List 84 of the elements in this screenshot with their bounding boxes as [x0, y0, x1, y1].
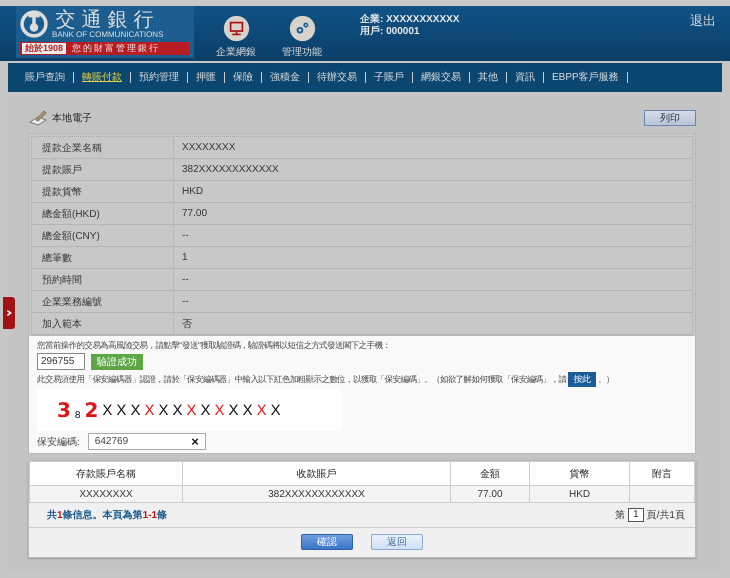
- user-id: 用戶: 000001: [360, 26, 420, 38]
- logout-link[interactable]: 退出: [690, 12, 716, 30]
- field-value: --: [181, 230, 189, 241]
- code-char: 3: [57, 398, 71, 422]
- table-cell: XXXXXXXX: [30, 486, 182, 502]
- field-label: 總筆數: [32, 247, 174, 268]
- code-char: X: [214, 402, 225, 418]
- nav-tab[interactable]: 網銀交易: [413, 72, 470, 83]
- field-label: 預約時間: [32, 269, 174, 290]
- page-title: 本地電子: [52, 112, 92, 125]
- nav-tab[interactable]: 資訊: [507, 72, 544, 83]
- chevron-right-icon: [5, 309, 13, 317]
- token-notice: 此交易須使用「保安編碼器」認證，請於「保安編碼器」中輸入以下紅色加粗顯示之數位，以獲取「保安編碼」。（如欲了解如何獲取「保安編碼」，請: [37, 374, 566, 385]
- field-label: 提款賬戶: [32, 159, 174, 180]
- field-value: --: [181, 296, 189, 307]
- code-char: X: [228, 402, 239, 418]
- code-label: 保安編碼:: [37, 436, 80, 448]
- code-char: X: [158, 402, 168, 418]
- nav-tab[interactable]: 賬戶查詢: [25, 72, 74, 83]
- since-badge: 始於1908: [22, 43, 66, 54]
- code-char: X: [200, 402, 211, 418]
- field-value: 1: [181, 252, 188, 263]
- nav-tab[interactable]: 待辦交易: [309, 72, 366, 83]
- side-expand-tab[interactable]: [3, 297, 15, 329]
- bank-english-name: BANK OF COMMUNICATIONS: [52, 30, 164, 39]
- help-link[interactable]: 按此: [568, 372, 596, 387]
- nav-tab[interactable]: 預約管理: [131, 72, 188, 83]
- nav-tab[interactable]: 其他: [470, 72, 507, 83]
- field-label: 總金額(CNY): [32, 225, 174, 246]
- security-code-field[interactable]: 642769 ×: [88, 433, 206, 450]
- field-value: --: [181, 274, 189, 285]
- bank-logo-icon: [20, 10, 48, 38]
- code-char: 2: [84, 398, 98, 422]
- field-label: 總金額(HKD): [32, 203, 174, 224]
- table-cell: 382XXXXXXXXXXXX: [182, 486, 450, 502]
- column-header: 存款賬戶名稱: [30, 462, 182, 486]
- page-number-field[interactable]: 1: [628, 508, 644, 522]
- field-value: 77.00: [181, 208, 208, 219]
- company-name: 企業: XXXXXXXXXXX: [360, 14, 460, 26]
- code-char: X: [172, 402, 182, 418]
- nav-tab[interactable]: 押匯: [188, 72, 225, 83]
- code-char: X: [186, 402, 197, 418]
- field-label: 提款貨幣: [32, 181, 174, 202]
- pen-icon: [28, 110, 48, 126]
- column-header: 收款賬戶: [182, 462, 450, 486]
- sms-code-field[interactable]: 296755: [37, 353, 85, 370]
- code-char: X: [144, 402, 154, 418]
- confirm-button[interactable]: 確認: [301, 534, 353, 550]
- sms-notice: 您當前操作的交易為高風險交易，請點擊"發送"獲取驗證碼，驗證碼將以短信之方式發送閣下之手機：: [37, 340, 392, 351]
- verify-success-badge: 驗證成功: [91, 354, 143, 370]
- record-summary: 共1條信息。本頁為第1-1條: [47, 508, 168, 522]
- clear-icon[interactable]: ×: [191, 434, 199, 449]
- nav-tab[interactable]: 轉賬付款: [74, 72, 131, 83]
- code-char: X: [130, 402, 140, 418]
- code-char: X: [256, 402, 267, 418]
- code-char: X: [242, 402, 253, 418]
- pager-total: 頁/共1頁: [646, 508, 685, 522]
- nav-tab[interactable]: 保險: [225, 72, 262, 83]
- field-label: 加入範本: [32, 313, 174, 334]
- app-label[interactable]: 企業網銀: [216, 45, 256, 59]
- field-value: 382XXXXXXXXXXXX: [181, 164, 279, 175]
- bank-slogan: 您的財富管理銀行: [72, 42, 160, 55]
- token-notice-end: 。）: [598, 374, 614, 385]
- print-button[interactable]: 列印: [644, 110, 696, 126]
- table-cell: 77.00: [450, 486, 530, 502]
- column-header: 貨幣: [530, 462, 630, 486]
- table-cell: HKD: [530, 486, 630, 502]
- field-label: 提款企業名稱: [32, 137, 174, 158]
- code-char: X: [116, 402, 126, 418]
- pager-prefix: 第: [615, 509, 626, 522]
- bank-name: 交通銀行: [56, 9, 160, 30]
- nav-tab[interactable]: 子賬戶: [366, 72, 413, 83]
- field-value: HKD: [181, 186, 204, 197]
- nav-tab[interactable]: 強積金: [262, 72, 309, 83]
- field-value: 否: [181, 318, 192, 330]
- code-char: 8: [74, 410, 80, 421]
- code-char: X: [102, 402, 112, 418]
- code-char: X: [270, 402, 281, 418]
- nav-tab[interactable]: EBPP客戶服務: [544, 72, 628, 83]
- monitor-icon[interactable]: [222, 15, 250, 42]
- app-label[interactable]: 管理功能: [282, 45, 322, 59]
- field-value: XXXXXXXX: [181, 142, 236, 153]
- back-button[interactable]: 返回: [371, 534, 423, 550]
- field-label: 企業業務編號: [32, 291, 174, 312]
